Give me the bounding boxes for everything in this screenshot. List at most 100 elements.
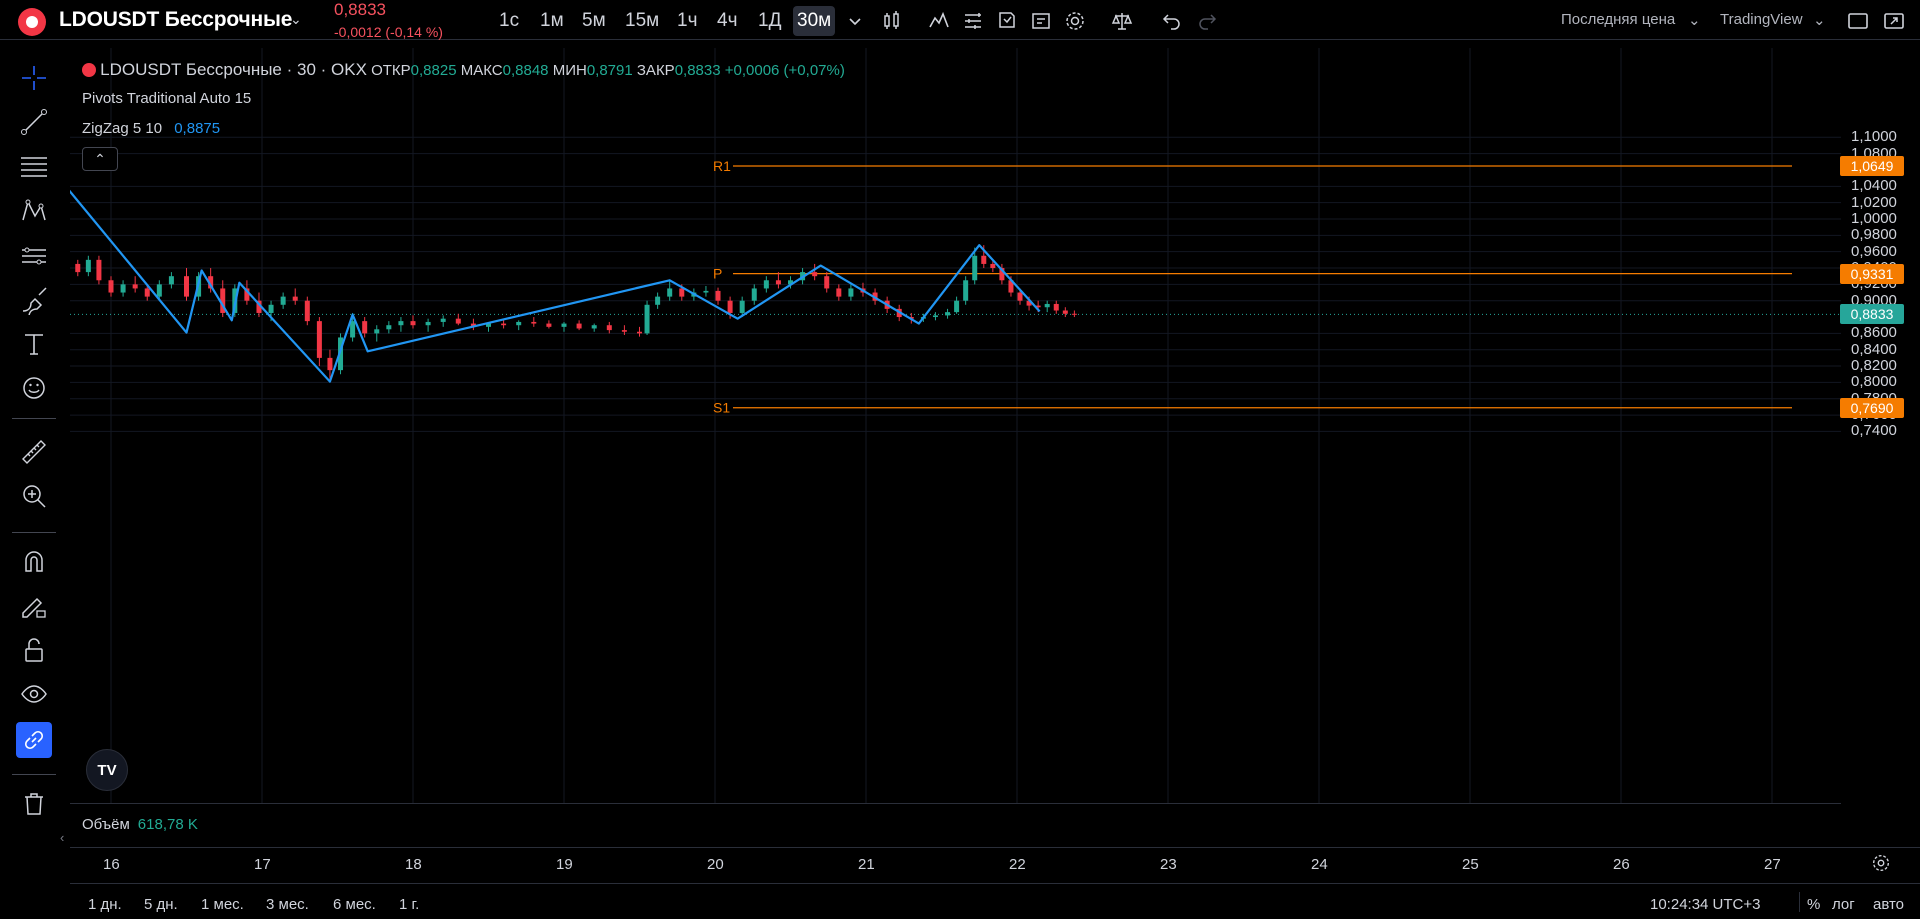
alert-icon[interactable] (995, 9, 1019, 33)
undo-icon[interactable] (1160, 9, 1184, 33)
legend-coin-icon (82, 63, 96, 77)
price-tick: 0,7400 (1851, 422, 1897, 440)
candle-body (144, 288, 150, 297)
percent-toggle[interactable]: % (1807, 896, 1820, 913)
candle-body (644, 304, 650, 334)
zigzag-legend[interactable]: ZigZag 5 10 0,8875 (82, 120, 220, 137)
zoom-icon[interactable] (16, 478, 52, 514)
time-axis[interactable]: 16 17 18 19 20 21 22 23 24 25 26 27 (70, 847, 1920, 881)
candle-body (1053, 303, 1059, 311)
candle-body (812, 272, 818, 277)
clock[interactable]: 10:24:34 UTC+3 (1650, 896, 1761, 913)
candle-body (108, 280, 114, 293)
pivot-tag-s1: 0,7690 (1840, 397, 1904, 418)
interval-15m[interactable]: 15м (621, 9, 663, 39)
candle-body (304, 300, 310, 322)
price-tick: 0,8400 (1851, 340, 1897, 358)
tradingview-logo[interactable]: TV (86, 749, 128, 791)
indicators-icon[interactable] (927, 9, 951, 33)
range-1d[interactable]: 1 дн. (88, 896, 122, 913)
candle-body (350, 321, 356, 338)
collapse-legend-button[interactable]: ⌃ (82, 147, 118, 171)
candle-body (836, 288, 842, 297)
link-icon[interactable] (16, 722, 52, 758)
zigzag-label: ZigZag 5 10 (82, 120, 163, 137)
emoji-icon[interactable] (16, 370, 52, 406)
auto-toggle[interactable]: авто (1873, 896, 1904, 913)
range-5d[interactable]: 5 дн. (144, 896, 178, 913)
brush-icon[interactable] (16, 282, 52, 318)
log-toggle[interactable]: лог (1832, 896, 1855, 913)
candle-body (561, 323, 567, 327)
redo-icon[interactable] (1195, 9, 1219, 33)
text-icon[interactable] (16, 326, 52, 362)
theme-dropdown[interactable]: TradingView (1720, 11, 1803, 28)
time-tick: 27 (1764, 856, 1781, 873)
candle-body (168, 276, 174, 285)
price-tick: 0,8000 (1851, 373, 1897, 391)
fib-icon[interactable] (16, 148, 52, 184)
axis-settings-icon[interactable] (1870, 852, 1892, 874)
interval-30m[interactable]: 30м (793, 6, 836, 36)
time-tick: 26 (1613, 856, 1630, 873)
candle-body (386, 325, 392, 330)
top-toolbar: LDOUSDT Бессрочные ⌄ 0,8833 -0,0012 (-0,… (0, 0, 1920, 40)
magnet-icon[interactable] (16, 544, 52, 580)
pivots-legend[interactable]: Pivots Traditional Auto 15 (82, 90, 251, 107)
price-type-chevron-icon[interactable]: ⌄ (1688, 11, 1701, 29)
time-tick: 19 (556, 856, 573, 873)
interval-chevron-icon[interactable] (843, 9, 867, 33)
theme-chevron-icon[interactable]: ⌄ (1813, 11, 1826, 29)
compare-icon[interactable] (1110, 9, 1134, 33)
price-type-dropdown[interactable]: Последняя цена (1561, 11, 1675, 28)
pattern-icon[interactable] (16, 193, 52, 229)
last-price: 0,8833 (334, 0, 386, 19)
candle-body (990, 263, 996, 269)
interval-1h[interactable]: 1ч (673, 9, 701, 39)
symbol-logo (18, 8, 46, 36)
range-1y[interactable]: 1 г. (399, 896, 419, 913)
interval-1m[interactable]: 1м (536, 9, 568, 39)
interval-1d[interactable]: 1Д (754, 9, 785, 39)
candle-body (576, 323, 582, 329)
interval-1s[interactable]: 1с (495, 9, 523, 39)
price-chart[interactable]: R1 P S1 (70, 48, 1841, 803)
chart-plot[interactable]: R1 P S1 (70, 48, 1841, 803)
collapse-toolbar-icon[interactable]: ‹ (60, 830, 64, 845)
volume-label: Объём (82, 816, 130, 833)
time-tick: 22 (1009, 856, 1026, 873)
time-tick: 25 (1462, 856, 1479, 873)
bar-style-icon[interactable] (880, 9, 904, 33)
candle-body (327, 357, 333, 371)
layout-icon[interactable] (1846, 9, 1870, 33)
range-6m[interactable]: 6 мес. (333, 896, 376, 913)
eye-icon[interactable] (16, 676, 52, 712)
replay-icon[interactable] (1029, 9, 1053, 33)
interval-5m[interactable]: 5м (578, 9, 610, 39)
candle-body (374, 329, 380, 334)
crosshair-icon[interactable] (16, 60, 52, 96)
price-tick: 1,0200 (1851, 193, 1897, 211)
fullscreen-icon[interactable] (1882, 9, 1906, 33)
legend-open: 0,8825 (410, 62, 457, 79)
range-3m[interactable]: 3 мес. (266, 896, 309, 913)
ruler-icon[interactable] (16, 434, 52, 470)
lock-icon[interactable] (16, 632, 52, 668)
trendline-icon[interactable] (16, 104, 52, 140)
interval-4h[interactable]: 4ч (713, 9, 741, 39)
time-tick: 21 (858, 856, 875, 873)
candle-body (410, 321, 416, 326)
trash-icon[interactable] (16, 786, 52, 822)
symbol-search-button[interactable]: LDOUSDT Бессрочные (59, 8, 292, 32)
lock-drawing-icon[interactable] (16, 588, 52, 624)
chevron-down-icon[interactable]: ⌄ (290, 11, 302, 28)
forecast-icon[interactable] (16, 238, 52, 274)
range-1m[interactable]: 1 мес. (201, 896, 244, 913)
candle-body (727, 300, 733, 313)
legend-close: 0,8833 (674, 62, 721, 79)
settings-icon[interactable] (1063, 9, 1087, 33)
templates-icon[interactable] (961, 9, 985, 33)
drawing-toolbar (0, 48, 68, 868)
candle-body (763, 280, 769, 289)
price-tick: 1,0400 (1851, 177, 1897, 195)
